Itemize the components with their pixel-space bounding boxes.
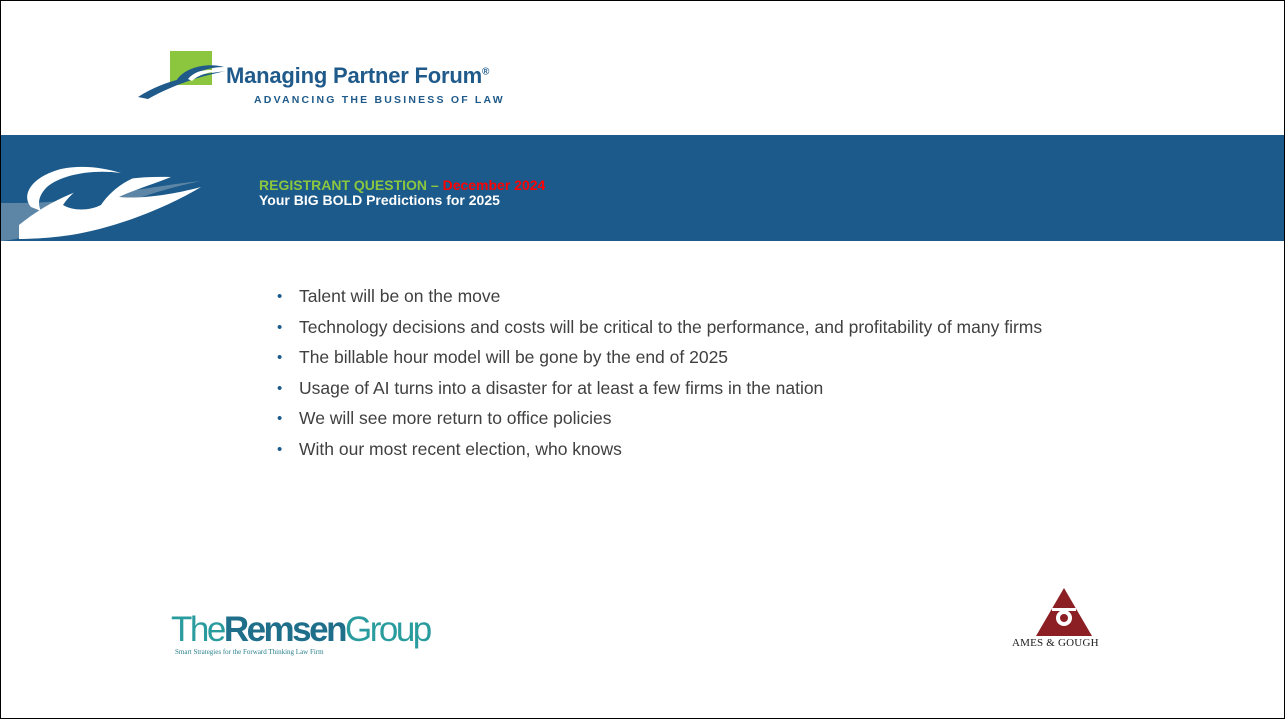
bullet-icon: • — [277, 318, 283, 336]
list-item: • The billable hour model will be gone by… — [277, 345, 1042, 375]
list-item-text: Usage of AI turns into a disaster for at… — [299, 377, 824, 398]
band-title: REGISTRANT QUESTION – December 2024 — [259, 178, 545, 193]
predictions-list: • Talent will be on the move • Technology … — [277, 284, 1042, 467]
bullet-icon: • — [277, 410, 283, 427]
list-item-text: Technology decisions and costs will be c… — [299, 316, 1043, 337]
list-item: • With our most recent election, who know… — [277, 437, 1042, 467]
bullet-icon: • — [277, 440, 283, 458]
remsen-logo-tagline: Smart Strategies for the Forward Thinkin… — [175, 648, 324, 656]
bullet-icon: • — [277, 349, 283, 366]
list-item-text: With our most recent election, who knows — [299, 438, 622, 459]
list-item-text: Talent will be on the move — [299, 286, 501, 306]
bullet-icon: • — [277, 379, 283, 397]
list-item: • Technology decisions and costs will be … — [277, 315, 1042, 345]
title-band: REGISTRANT QUESTION – December 2024 Your… — [1, 135, 1284, 241]
bullet-icon: • — [277, 288, 283, 305]
mpf-logo-tagline: ADVANCING THE BUSINESS OF LAW — [254, 94, 505, 106]
list-item-text: We will see more return to office polici… — [299, 408, 612, 428]
band-swoosh-icon — [1, 165, 201, 241]
list-item: • Talent will be on the move — [277, 284, 1042, 314]
band-title-date: December 2024 — [442, 177, 546, 193]
ames-gough-logo: AMES & GOUGH — [1006, 586, 1122, 666]
list-item: • We will see more return to office polic… — [277, 406, 1042, 436]
band-title-prefix: REGISTRANT QUESTION – — [259, 177, 443, 193]
list-item-text: The billable hour model will be gone by … — [299, 347, 729, 367]
ames-gough-emblem-icon — [1036, 588, 1092, 636]
list-item: • Usage of AI turns into a disaster for a… — [277, 376, 1042, 406]
band-subtitle: Your BIG BOLD Predictions for 2025 — [259, 192, 500, 208]
remsen-logo-wordmark: TheRemsenGroup — [171, 610, 432, 649]
ames-gough-name: AMES & GOUGH — [1012, 637, 1099, 649]
remsen-group-logo: TheRemsenGroup Smart Strategies for the … — [171, 610, 432, 656]
slide: Managing Partner Forum® ADVANCING THE BU… — [0, 0, 1285, 719]
managing-partner-forum-logo: Managing Partner Forum® ADVANCING THE BU… — [136, 45, 596, 125]
mpf-logo-name: Managing Partner Forum® — [226, 63, 490, 88]
